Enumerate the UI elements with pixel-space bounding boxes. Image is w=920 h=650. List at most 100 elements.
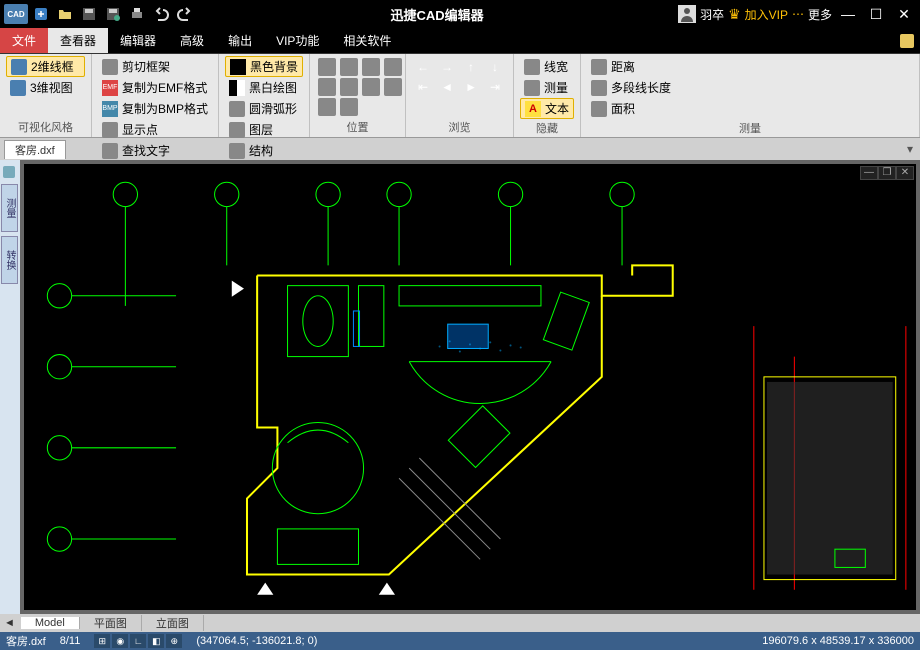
- status-icon-4[interactable]: ◧: [148, 634, 164, 648]
- cube-2d-icon: [11, 59, 27, 75]
- arrow-right-icon[interactable]: →: [438, 58, 456, 76]
- last-icon[interactable]: ⇥: [486, 78, 504, 96]
- btn-distance[interactable]: 距离: [587, 56, 913, 77]
- close-button[interactable]: ✕: [892, 3, 916, 25]
- btn-show-point[interactable]: 显示点: [98, 119, 212, 140]
- layout-tabs: ◄ Model 平面图 立面图: [0, 614, 920, 632]
- app-logo: CAD: [4, 4, 28, 24]
- doc-tab-active[interactable]: 客房.dxf: [4, 140, 66, 159]
- linewidth-icon: [524, 59, 540, 75]
- drawing-canvas[interactable]: — ❐ ✕: [24, 164, 916, 610]
- status-toggle-icons: ⊞ ◉ ∟ ◧ ⊕: [94, 634, 182, 648]
- btn-label: 测量: [544, 79, 568, 96]
- tabs-chevron-icon[interactable]: ▾: [900, 142, 920, 156]
- btn-2d-wireframe[interactable]: 2维线框: [6, 56, 85, 77]
- layout-prev-icon[interactable]: ◄: [4, 617, 15, 629]
- status-icon-2[interactable]: ◉: [112, 634, 128, 648]
- arrow-down-icon[interactable]: ↓: [486, 58, 504, 76]
- pos-icon-6[interactable]: [340, 78, 358, 96]
- menu-advanced[interactable]: 高级: [168, 28, 216, 53]
- menu-output[interactable]: 输出: [216, 28, 264, 53]
- menu-vip[interactable]: VIP功能: [264, 28, 331, 53]
- ribbon-group-position: 位置: [310, 54, 406, 137]
- statusbar: 客房.dxf 8/11 ⊞ ◉ ∟ ◧ ⊕ (347064.5; -136021…: [0, 632, 920, 650]
- menu-file[interactable]: 文件: [0, 28, 48, 53]
- ribbon: 2维线框 3维视图 可视化风格 剪切框架 EMF复制为EMF格式 BMP复制为B…: [0, 54, 920, 138]
- btn-structure[interactable]: 结构: [225, 140, 303, 161]
- pos-icon-4[interactable]: [384, 58, 402, 76]
- saveas-icon[interactable]: [102, 3, 124, 25]
- new-icon[interactable]: [30, 3, 52, 25]
- open-icon[interactable]: [54, 3, 76, 25]
- palette-measure[interactable]: 测量: [1, 184, 18, 232]
- btn-label: 面积: [611, 100, 635, 117]
- layers-icon: [229, 122, 245, 138]
- pos-icon-7[interactable]: [362, 78, 380, 96]
- arrow-left-icon[interactable]: ←: [414, 58, 432, 76]
- palette-handle-icon[interactable]: [1, 164, 19, 180]
- menu-viewer[interactable]: 查看器: [48, 28, 108, 53]
- layout-tab-elevation[interactable]: 立面图: [142, 615, 204, 631]
- btn-label: 3维视图: [30, 79, 73, 96]
- btn-black-bg[interactable]: 黑色背景: [225, 56, 303, 77]
- pos-icon-3[interactable]: [362, 58, 380, 76]
- maximize-button[interactable]: ☐: [864, 3, 888, 25]
- status-icon-3[interactable]: ∟: [130, 634, 146, 648]
- user-avatar-icon[interactable]: [678, 5, 696, 23]
- minimize-button[interactable]: —: [836, 3, 860, 25]
- btn-smooth-arc[interactable]: 圆滑弧形: [225, 98, 303, 119]
- btn-linewidth[interactable]: 线宽: [520, 56, 574, 77]
- menu-editor[interactable]: 编辑器: [108, 28, 168, 53]
- btn-crop-frame[interactable]: 剪切框架: [98, 56, 212, 77]
- pos-icon-2[interactable]: [340, 58, 358, 76]
- help-icon[interactable]: [894, 28, 920, 53]
- pos-icon-8[interactable]: [384, 78, 402, 96]
- status-coords: (347064.5; -136021.8; 0): [196, 635, 317, 647]
- group-label: 浏览: [412, 118, 507, 135]
- pos-icon-9[interactable]: [318, 98, 336, 116]
- pos-icon-5[interactable]: [318, 78, 336, 96]
- layout-tab-plan[interactable]: 平面图: [80, 615, 142, 631]
- btn-copy-emf[interactable]: EMF复制为EMF格式: [98, 77, 212, 98]
- menu-related[interactable]: 相关软件: [331, 28, 403, 53]
- vip-crown-icon[interactable]: ♛: [728, 6, 741, 23]
- btn-label: 距离: [611, 58, 635, 75]
- btn-find-text[interactable]: 查找文字: [98, 140, 212, 161]
- save-icon[interactable]: [78, 3, 100, 25]
- btn-label: 黑色背景: [250, 58, 298, 75]
- status-icon-1[interactable]: ⊞: [94, 634, 110, 648]
- ribbon-group-browse: ← → ↑ ↓ ⇤ ◄ ► ⇥ 浏览: [406, 54, 514, 137]
- btn-area[interactable]: 面积: [587, 98, 913, 119]
- btn-polyline-length[interactable]: 多段线长度: [587, 77, 913, 98]
- btn-label: 线宽: [544, 58, 568, 75]
- btn-label: 复制为BMP格式: [122, 100, 208, 117]
- btn-measure[interactable]: 测量: [520, 77, 574, 98]
- redo-icon[interactable]: [174, 3, 196, 25]
- btn-text[interactable]: A文本: [520, 98, 574, 119]
- bw-icon: [229, 80, 245, 96]
- more-ellipsis-icon[interactable]: ⋯: [792, 7, 804, 21]
- btn-bw-draw[interactable]: 黑白绘图: [225, 77, 303, 98]
- pos-icon-1[interactable]: [318, 58, 336, 76]
- layout-tab-model[interactable]: Model: [21, 617, 80, 629]
- undo-icon[interactable]: [150, 3, 172, 25]
- ribbon-group-visual-style: 2维线框 3维视图 可视化风格: [0, 54, 92, 137]
- first-icon[interactable]: ⇤: [414, 78, 432, 96]
- username[interactable]: 羽卒: [700, 6, 724, 23]
- prev-icon[interactable]: ◄: [438, 78, 456, 96]
- next-icon[interactable]: ►: [462, 78, 480, 96]
- emf-icon: EMF: [102, 80, 118, 96]
- palette-convert[interactable]: 转换: [1, 236, 18, 284]
- btn-label: 剪切框架: [122, 58, 170, 75]
- pos-icon-10[interactable]: [340, 98, 358, 116]
- status-page: 8/11: [60, 635, 81, 647]
- vip-link[interactable]: 加入VIP: [745, 6, 788, 23]
- black-bg-icon: [230, 59, 246, 75]
- btn-copy-bmp[interactable]: BMP复制为BMP格式: [98, 98, 212, 119]
- more-link[interactable]: 更多: [808, 6, 832, 23]
- arrow-up-icon[interactable]: ↑: [462, 58, 480, 76]
- print-icon[interactable]: [126, 3, 148, 25]
- btn-3d-view[interactable]: 3维视图: [6, 77, 85, 98]
- status-icon-5[interactable]: ⊕: [166, 634, 182, 648]
- btn-layers[interactable]: 图层: [225, 119, 303, 140]
